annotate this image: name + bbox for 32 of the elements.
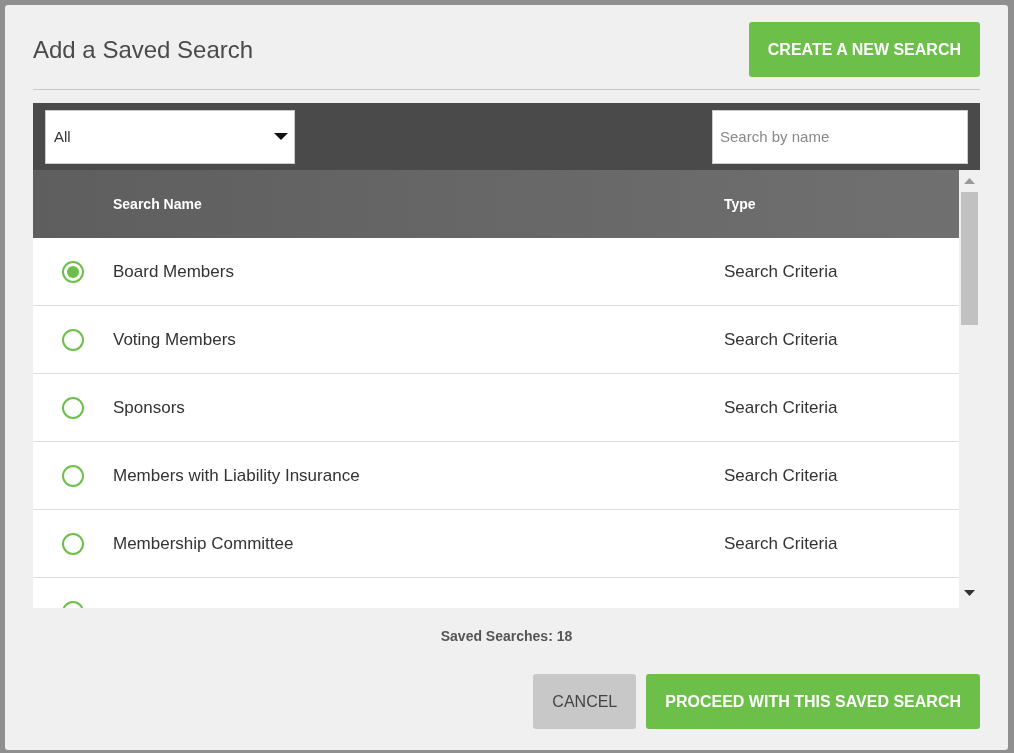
caret-icon [274,132,288,141]
table-row[interactable]: Sponsors Search Criteria [33,374,959,442]
radio-button[interactable] [62,396,84,419]
search-type: Search Criteria [724,261,838,282]
scroll-up-icon[interactable] [964,178,975,185]
radio-button[interactable] [62,464,84,487]
column-header: Type [724,196,756,212]
table-row[interactable]: Membership Committee Search Criteria [33,510,959,578]
search-name: Board Members [113,261,235,282]
search-type: Search Criteria [724,465,838,486]
search-type: Search Criteria [724,397,838,418]
dialog-title: Add a Saved Search [33,35,254,64]
saved-searches-count: Saved Searches: 18 [439,628,574,644]
search-name: Members with Liability Insurance [113,465,361,486]
column-header: Search Name [113,196,203,212]
cancel-button[interactable]: CANCEL [533,674,637,729]
radio-button[interactable] [62,328,84,351]
search-name: Membership Committee [113,533,295,554]
radio-button[interactable] [62,260,84,283]
scrollbar-thumb[interactable] [961,192,978,325]
radio-button[interactable] [62,532,84,555]
search-type: Search Criteria [724,329,838,350]
table-row[interactable]: Members with Liability Insurance Search Criteria [33,442,959,510]
type-dropdown[interactable]: All [45,109,295,164]
table-row[interactable]: Voting Members Search Criteria [33,306,959,374]
search-name: Sponsors [113,397,186,418]
search-name: Voting Members [113,329,237,350]
dropdown-value: All [54,128,71,145]
scroll-down-icon[interactable] [964,590,975,597]
table-row[interactable]: Board Members Search Criteria [33,238,959,306]
search-type: Search Criteria [724,533,838,554]
search-field[interactable]: Search by name [712,109,968,164]
